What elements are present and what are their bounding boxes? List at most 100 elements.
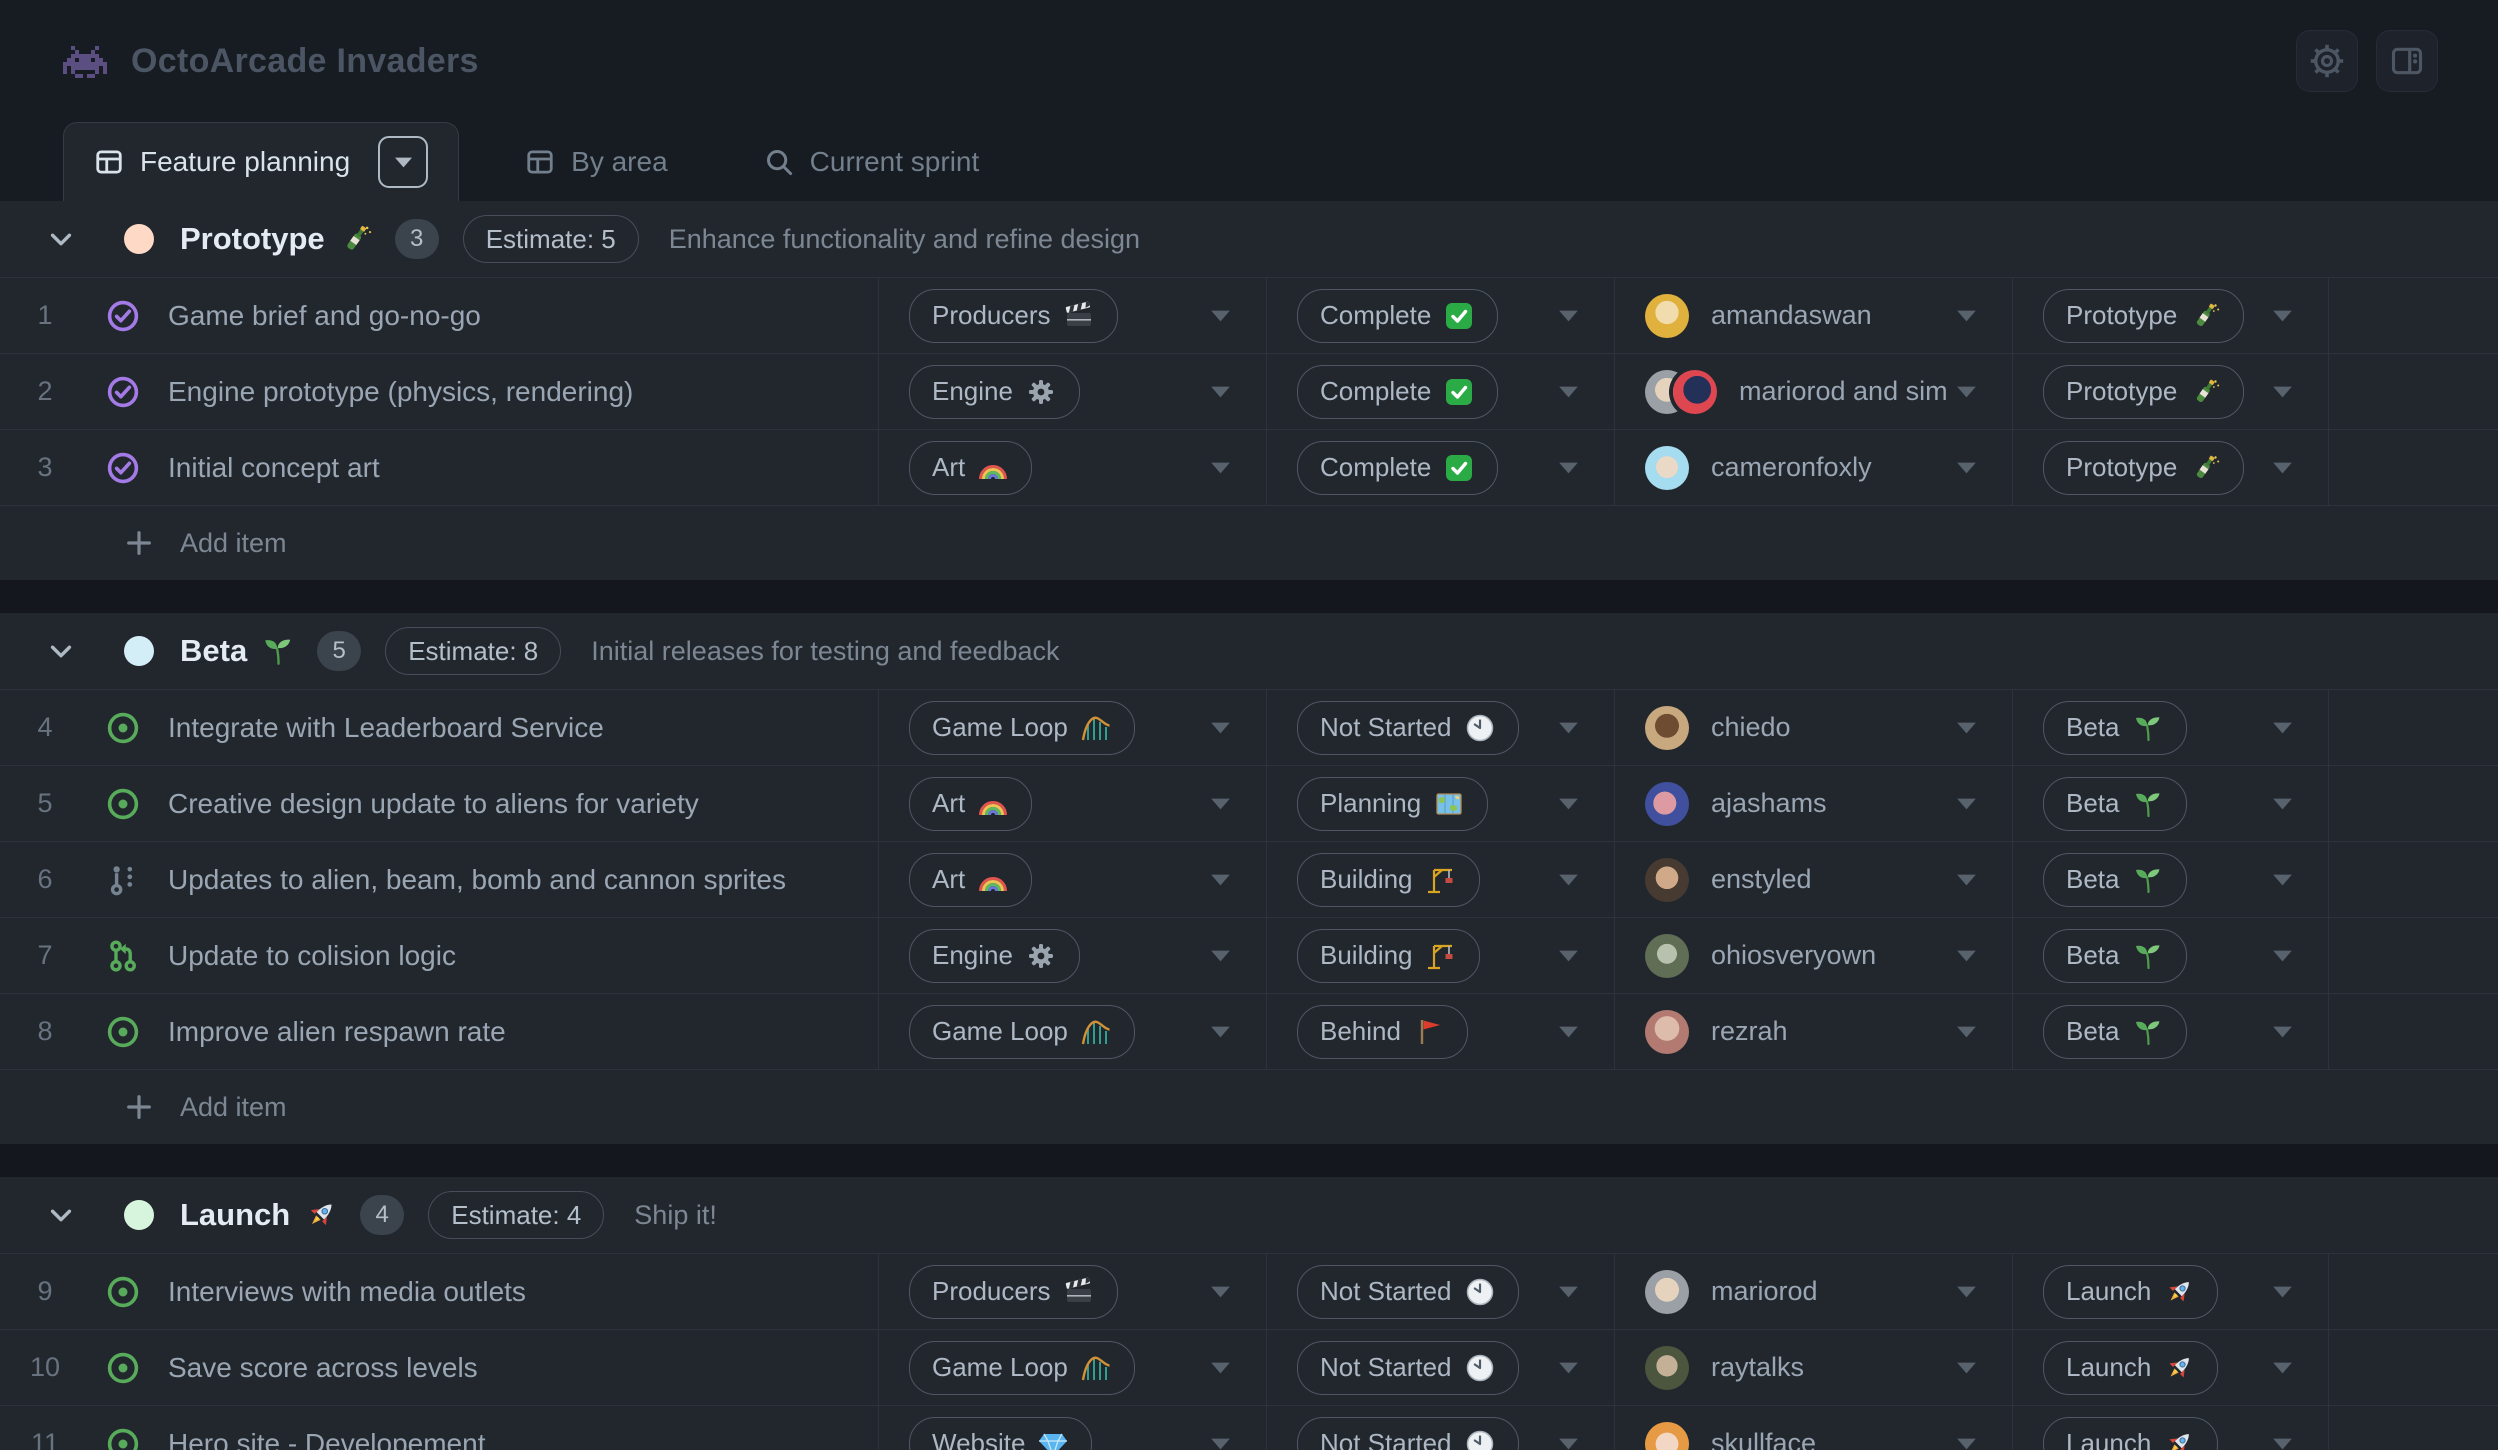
- caret-down-icon[interactable]: [1957, 310, 1976, 322]
- area-cell[interactable]: Engine: [878, 354, 1266, 429]
- status-pill[interactable]: Not Started: [1297, 1341, 1519, 1395]
- view-options-button[interactable]: [378, 136, 428, 188]
- caret-down-icon[interactable]: [2273, 310, 2292, 322]
- status-pill[interactable]: Building: [1297, 929, 1480, 983]
- caret-down-icon[interactable]: [2273, 798, 2292, 810]
- item-title[interactable]: Initial concept art: [168, 452, 380, 484]
- status-pill[interactable]: Complete: [1297, 441, 1498, 495]
- caret-down-icon[interactable]: [1559, 310, 1578, 322]
- area-pill[interactable]: Engine: [909, 365, 1080, 419]
- caret-down-icon[interactable]: [1559, 1286, 1578, 1298]
- status-pill[interactable]: Planning: [1297, 777, 1488, 831]
- area-pill[interactable]: Producers: [909, 289, 1118, 343]
- area-cell[interactable]: Art: [878, 430, 1266, 505]
- caret-down-icon[interactable]: [1211, 798, 1230, 810]
- caret-down-icon[interactable]: [1957, 874, 1976, 886]
- caret-down-icon[interactable]: [1211, 1026, 1230, 1038]
- stage-pill[interactable]: Beta: [2043, 701, 2187, 755]
- caret-down-icon[interactable]: [2273, 462, 2292, 474]
- caret-down-icon[interactable]: [2273, 1286, 2292, 1298]
- assignee-cell[interactable]: amandaswan: [1614, 278, 2012, 353]
- caret-down-icon[interactable]: [1957, 462, 1976, 474]
- stage-cell[interactable]: Beta: [2012, 842, 2328, 917]
- status-cell[interactable]: Building: [1266, 842, 1614, 917]
- status-pill[interactable]: Complete: [1297, 365, 1498, 419]
- status-pill[interactable]: Not Started: [1297, 1417, 1519, 1450]
- item-title[interactable]: Updates to alien, beam, bomb and cannon …: [168, 864, 786, 896]
- item-title[interactable]: Engine prototype (physics, rendering): [168, 376, 633, 408]
- group-title[interactable]: Prototype: [180, 221, 325, 257]
- stage-cell[interactable]: Launch: [2012, 1406, 2328, 1450]
- side-panel-button[interactable]: [2376, 30, 2438, 92]
- caret-down-icon[interactable]: [1559, 386, 1578, 398]
- area-cell[interactable]: Producers: [878, 1254, 1266, 1329]
- caret-down-icon[interactable]: [1559, 950, 1578, 962]
- stage-pill[interactable]: Beta: [2043, 777, 2187, 831]
- caret-down-icon[interactable]: [1559, 1362, 1578, 1374]
- caret-down-icon[interactable]: [2273, 1438, 2292, 1450]
- caret-down-icon[interactable]: [1957, 1286, 1976, 1298]
- stage-pill[interactable]: Prototype: [2043, 289, 2244, 343]
- caret-down-icon[interactable]: [1957, 722, 1976, 734]
- status-pill[interactable]: Not Started: [1297, 701, 1519, 755]
- area-cell[interactable]: Producers: [878, 278, 1266, 353]
- assignee-cell[interactable]: mariorod and sim: [1614, 354, 2012, 429]
- item-title[interactable]: Game brief and go-no-go: [168, 300, 481, 332]
- caret-down-icon[interactable]: [1957, 1362, 1976, 1374]
- chevron-down-icon[interactable]: [46, 636, 76, 666]
- item-title[interactable]: Hero site - Developement: [168, 1428, 485, 1450]
- status-cell[interactable]: Planning: [1266, 766, 1614, 841]
- area-pill[interactable]: Engine: [909, 929, 1080, 983]
- status-cell[interactable]: Complete: [1266, 430, 1614, 505]
- stage-pill[interactable]: Prototype: [2043, 441, 2244, 495]
- stage-cell[interactable]: Launch: [2012, 1254, 2328, 1329]
- caret-down-icon[interactable]: [1211, 1362, 1230, 1374]
- assignee-cell[interactable]: rezrah: [1614, 994, 2012, 1069]
- caret-down-icon[interactable]: [2273, 1362, 2292, 1374]
- status-cell[interactable]: Complete: [1266, 278, 1614, 353]
- caret-down-icon[interactable]: [1957, 950, 1976, 962]
- area-cell[interactable]: Game Loop: [878, 690, 1266, 765]
- area-pill[interactable]: Game Loop: [909, 1341, 1135, 1395]
- group-title[interactable]: Beta: [180, 633, 247, 669]
- status-cell[interactable]: Not Started: [1266, 690, 1614, 765]
- status-pill[interactable]: Not Started: [1297, 1265, 1519, 1319]
- status-pill[interactable]: Behind: [1297, 1005, 1468, 1059]
- chevron-down-icon[interactable]: [46, 1200, 76, 1230]
- area-cell[interactable]: Engine: [878, 918, 1266, 993]
- caret-down-icon[interactable]: [1211, 874, 1230, 886]
- caret-down-icon[interactable]: [2273, 874, 2292, 886]
- assignee-cell[interactable]: ohiosveryown: [1614, 918, 2012, 993]
- caret-down-icon[interactable]: [1211, 1286, 1230, 1298]
- chevron-down-icon[interactable]: [46, 224, 76, 254]
- status-cell[interactable]: Not Started: [1266, 1254, 1614, 1329]
- item-title[interactable]: Creative design update to aliens for var…: [168, 788, 699, 820]
- tab-feature-planning[interactable]: Feature planning: [63, 122, 459, 201]
- caret-down-icon[interactable]: [1559, 462, 1578, 474]
- caret-down-icon[interactable]: [1559, 874, 1578, 886]
- area-cell[interactable]: Game Loop: [878, 1330, 1266, 1405]
- add-item-row[interactable]: Add item: [0, 505, 2498, 580]
- stage-cell[interactable]: Beta: [2012, 766, 2328, 841]
- item-title[interactable]: Save score across levels: [168, 1352, 478, 1384]
- caret-down-icon[interactable]: [1211, 722, 1230, 734]
- area-pill[interactable]: Art: [909, 853, 1032, 907]
- area-cell[interactable]: Art: [878, 766, 1266, 841]
- tab-current-sprint[interactable]: Current sprint: [734, 123, 1010, 201]
- status-pill[interactable]: Complete: [1297, 289, 1498, 343]
- stage-cell[interactable]: Launch: [2012, 1330, 2328, 1405]
- caret-down-icon[interactable]: [2273, 1026, 2292, 1038]
- area-cell[interactable]: Website: [878, 1406, 1266, 1450]
- item-title[interactable]: Improve alien respawn rate: [168, 1016, 506, 1048]
- stage-pill[interactable]: Beta: [2043, 1005, 2187, 1059]
- caret-down-icon[interactable]: [1957, 798, 1976, 810]
- stage-cell[interactable]: Beta: [2012, 690, 2328, 765]
- stage-pill[interactable]: Prototype: [2043, 365, 2244, 419]
- assignee-cell[interactable]: chiedo: [1614, 690, 2012, 765]
- stage-pill[interactable]: Beta: [2043, 929, 2187, 983]
- caret-down-icon[interactable]: [2273, 722, 2292, 734]
- caret-down-icon[interactable]: [1559, 722, 1578, 734]
- stage-pill[interactable]: Launch: [2043, 1341, 2218, 1395]
- stage-cell[interactable]: Prototype: [2012, 354, 2328, 429]
- caret-down-icon[interactable]: [1211, 462, 1230, 474]
